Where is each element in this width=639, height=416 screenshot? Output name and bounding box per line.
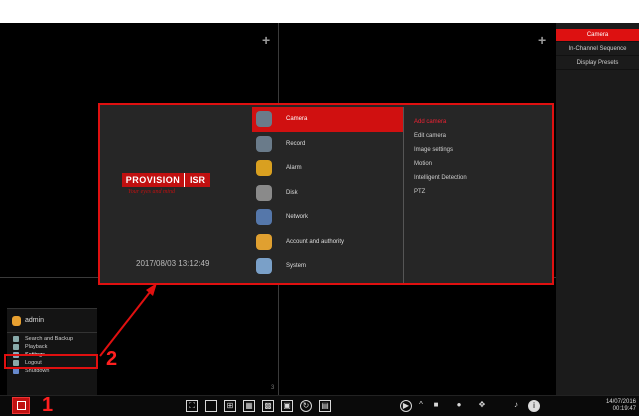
- play-icon[interactable]: ▶: [400, 400, 412, 412]
- clock-date: 14/07/2016: [605, 399, 636, 405]
- start-menu-label: Playback: [25, 344, 48, 350]
- sequence-icon[interactable]: ↻: [300, 400, 312, 412]
- menu-item-network[interactable]: Network: [252, 205, 403, 230]
- record-icon: [256, 135, 272, 152]
- submenu-motion[interactable]: Motion: [414, 157, 544, 171]
- taskbar-clock: 14/07/2016 00:19:47: [606, 399, 636, 413]
- settings-dialog: PROVISION ISR Your eyes and mind 2017/08…: [98, 103, 554, 285]
- layout-16-icon[interactable]: ▩: [262, 400, 274, 412]
- panel-item-display-presets[interactable]: Display Presets: [556, 57, 639, 70]
- menu-grid-icon: [17, 401, 26, 410]
- submenu-edit-camera[interactable]: Edit camera: [414, 129, 544, 143]
- user-icon[interactable]: ●: [453, 400, 465, 412]
- start-menu-search-and-backup[interactable]: Search and Backup: [7, 335, 97, 343]
- taskbar: ⛶ ⊞ ▦ ▩ ▣ ↻ ▤ ▶ ^ ■ ● ✥ ♪ i 14/07/2016 0…: [0, 395, 639, 416]
- start-menu: admin Search and Backup Playback Setting…: [7, 308, 97, 395]
- alarm-icon: [256, 160, 272, 176]
- layout-1-icon[interactable]: [205, 400, 217, 412]
- clock-time: 00:19:47: [612, 406, 636, 412]
- settings-highlight-box: [4, 354, 98, 369]
- menu-item-record[interactable]: Record: [252, 132, 403, 157]
- panel-item-camera[interactable]: Camera: [556, 29, 639, 42]
- logo-isr-text: ISR: [184, 173, 210, 187]
- submenu-image-settings[interactable]: Image settings: [414, 143, 544, 157]
- menu-item-label: System: [286, 263, 307, 269]
- menu-item-disk[interactable]: Disk: [252, 181, 403, 206]
- chevron-up-icon[interactable]: ^: [415, 400, 427, 412]
- dialog-datetime: 2017/08/03 13:12:49: [136, 259, 210, 268]
- menu-item-alarm[interactable]: Alarm: [252, 156, 403, 181]
- ptz-icon[interactable]: ✥: [476, 400, 488, 412]
- user-avatar-icon: [12, 316, 21, 326]
- nvr-screen: + + 3 Camera In-Channel Sequence Display…: [0, 0, 639, 416]
- add-camera-plus-icon[interactable]: +: [262, 33, 270, 47]
- start-menu-label: Search and Backup: [25, 336, 74, 342]
- search-backup-icon: [13, 336, 19, 342]
- fullscreen-icon[interactable]: ⛶: [186, 400, 198, 412]
- menu-item-camera[interactable]: Camera: [252, 107, 403, 132]
- alarm-bell-icon[interactable]: ♪: [510, 400, 522, 412]
- menu-item-label: Disk: [286, 189, 298, 196]
- layout-custom-icon[interactable]: ▣: [281, 400, 293, 412]
- layout-4-icon[interactable]: ⊞: [224, 400, 236, 412]
- right-side-panel: Camera In-Channel Sequence Display Prese…: [556, 23, 639, 395]
- menu-item-label: Network: [286, 214, 309, 220]
- camera-submenu: Add camera Edit camera Image settings Mo…: [414, 115, 544, 199]
- menu-item-label: Camera: [286, 116, 308, 122]
- channel-number: 3: [271, 385, 275, 391]
- screen-icon[interactable]: ▤: [319, 400, 331, 412]
- menu-item-system[interactable]: System: [252, 254, 403, 279]
- start-menu-playback[interactable]: Playback: [7, 343, 97, 351]
- menu-item-account-and-authority[interactable]: Account and authority: [252, 230, 403, 255]
- submenu-ptz[interactable]: PTZ: [414, 185, 544, 199]
- logo-tagline: Your eyes and mind: [128, 189, 175, 195]
- submenu-add-camera[interactable]: Add camera: [414, 115, 544, 129]
- user-row[interactable]: admin: [7, 309, 97, 333]
- provision-isr-logo: PROVISION ISR Your eyes and mind: [122, 173, 230, 213]
- settings-menu: Camera Record Alarm Disk Network Account…: [252, 107, 404, 283]
- submenu-intelligent-detection[interactable]: Intelligent Detection: [414, 171, 544, 185]
- logo-text: PROVISION: [122, 173, 184, 187]
- system-icon: [256, 258, 272, 274]
- info-icon[interactable]: i: [528, 400, 540, 412]
- layout-9-icon[interactable]: ▦: [243, 400, 255, 412]
- callout-number-2: 2: [106, 348, 118, 370]
- record-camera-icon[interactable]: ■: [430, 400, 442, 412]
- playback-icon: [13, 344, 19, 350]
- menu-item-label: Record: [286, 140, 306, 147]
- start-menu-button[interactable]: [12, 397, 30, 414]
- user-name: admin: [25, 317, 45, 324]
- camera-icon: [256, 111, 272, 127]
- menu-item-label: Account and authority: [286, 238, 345, 245]
- menu-item-label: Alarm: [286, 165, 302, 171]
- add-camera-plus-icon[interactable]: +: [538, 33, 546, 47]
- network-icon: [256, 209, 272, 225]
- account-icon: [256, 233, 272, 250]
- disk-icon: [256, 184, 272, 201]
- panel-item-in-channel-sequence[interactable]: In-Channel Sequence: [556, 43, 639, 56]
- callout-number-1: 1: [42, 394, 54, 416]
